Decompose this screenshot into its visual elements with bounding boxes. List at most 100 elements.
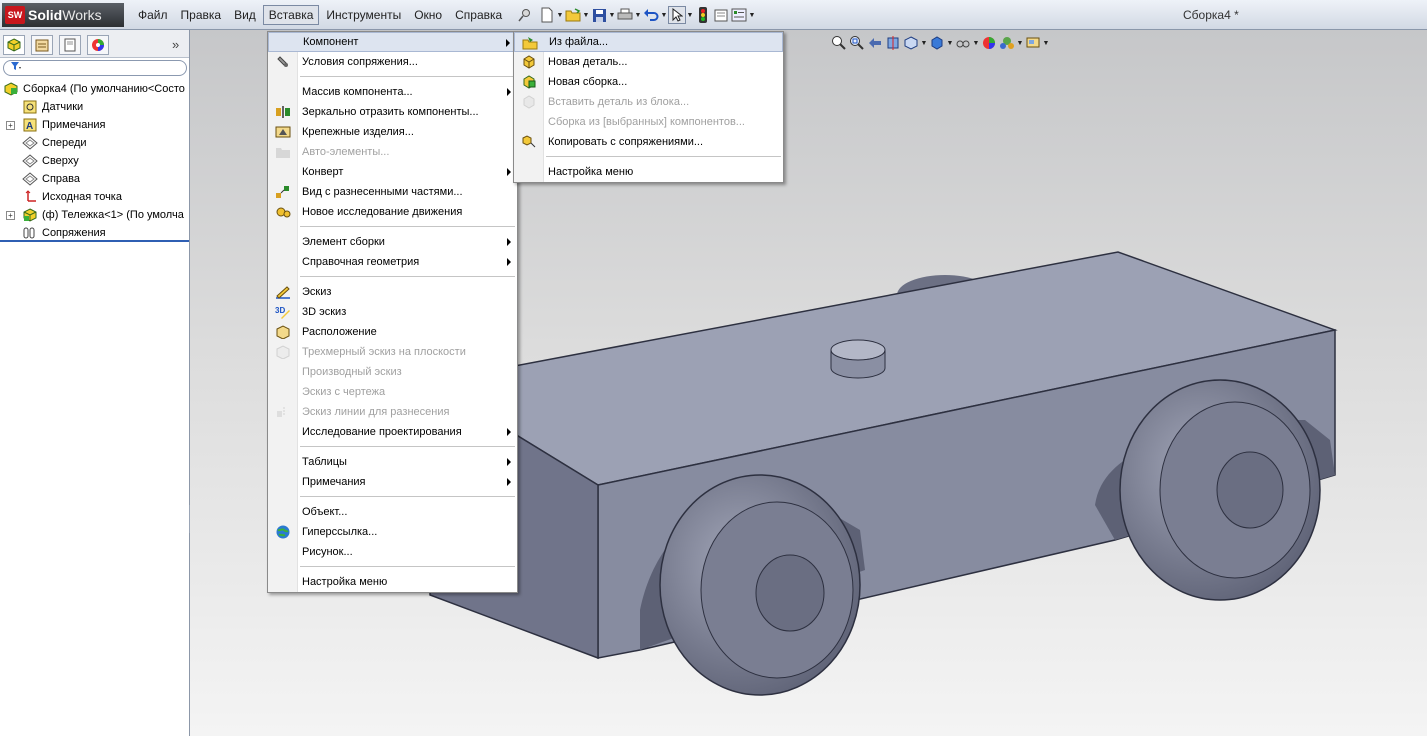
tree-node[interactable]: Сборка4 (По умолчанию<Состо bbox=[0, 80, 189, 98]
select-pointer-icon[interactable] bbox=[668, 6, 686, 24]
menu-item[interactable]: Рисунок... bbox=[268, 542, 517, 562]
menu-item[interactable]: Таблицы bbox=[268, 452, 517, 472]
select-dropdown-arrow[interactable]: ▼ bbox=[686, 12, 694, 19]
solidworks-logo[interactable]: SW SolidWorks bbox=[2, 3, 124, 27]
tree-node[interactable]: Датчики bbox=[0, 98, 189, 116]
featuremanager-tab-icon[interactable] bbox=[3, 35, 25, 55]
svg-text:3D: 3D bbox=[275, 306, 285, 315]
menu-item-label: Зеркально отразить компоненты... bbox=[302, 106, 479, 118]
save-icon[interactable] bbox=[590, 6, 608, 24]
menu-инструменты[interactable]: Инструменты bbox=[320, 5, 407, 25]
menu-item[interactable]: Гиперссылка... bbox=[268, 522, 517, 542]
menu-item[interactable]: Справочная геометрия bbox=[268, 252, 517, 272]
filter-icon bbox=[10, 62, 22, 74]
propertymanager-tab-icon[interactable] bbox=[31, 35, 53, 55]
new-assembly-icon bbox=[521, 75, 537, 89]
undo-dropdown-arrow[interactable]: ▼ bbox=[660, 12, 668, 19]
menu-item[interactable]: Зеркально отразить компоненты... bbox=[268, 102, 517, 122]
menu-item-label: Новое исследование движения bbox=[302, 206, 463, 218]
menu-item-label: Эскиз bbox=[302, 286, 332, 298]
tree-node[interactable]: + A Примечания bbox=[0, 116, 189, 134]
menu-item[interactable]: Эскиз bbox=[268, 282, 517, 302]
tree-node[interactable]: Справа bbox=[0, 170, 189, 188]
menu-item[interactable]: Новая деталь... bbox=[514, 52, 783, 72]
configurationmanager-tab-icon[interactable] bbox=[59, 35, 81, 55]
menu-item[interactable]: Настройка меню bbox=[268, 572, 517, 592]
menu-item-label: Вставить деталь из блока... bbox=[548, 96, 690, 108]
folder-icon bbox=[275, 145, 291, 159]
motion-icon bbox=[275, 205, 291, 219]
menu-item[interactable]: Новое исследование движения bbox=[268, 202, 517, 222]
menu-item[interactable]: Элемент сборки bbox=[268, 232, 517, 252]
menu-item-label: Трехмерный эскиз на плоскости bbox=[302, 346, 466, 358]
tree-node-label: Примечания bbox=[42, 119, 106, 131]
tree-node[interactable]: + (ф) Тележка<1> (По умолча bbox=[0, 206, 189, 224]
tree-node-label: Сверху bbox=[42, 155, 79, 167]
expand-plus-icon[interactable]: + bbox=[6, 120, 15, 130]
rebuild-icon[interactable] bbox=[694, 6, 712, 24]
menu-item[interactable]: Вид с разнесенными частями... bbox=[268, 182, 517, 202]
feature-manager-panel: » Сборка4 (По умолчанию<Состо Датчики + A Пр… bbox=[0, 30, 190, 736]
menu-item[interactable]: 3D 3D эскиз bbox=[268, 302, 517, 322]
menu-окно[interactable]: Окно bbox=[408, 5, 448, 25]
expand-plus-icon[interactable]: + bbox=[6, 210, 15, 220]
menu-справка[interactable]: Справка bbox=[449, 5, 508, 25]
menu-вид[interactable]: Вид bbox=[228, 5, 262, 25]
menu-item[interactable]: Крепежные изделия... bbox=[268, 122, 517, 142]
print-icon[interactable] bbox=[616, 6, 634, 24]
menu-правка[interactable]: Правка bbox=[175, 5, 228, 25]
new-dropdown-arrow[interactable]: ▼ bbox=[556, 12, 564, 19]
menu-item[interactable]: Конверт bbox=[268, 162, 517, 182]
svg-text:A: A bbox=[26, 121, 33, 132]
menu-вставка[interactable]: Вставка bbox=[262, 5, 320, 25]
tree-node[interactable]: Сверху bbox=[0, 152, 189, 170]
mates-icon bbox=[22, 226, 38, 240]
menu-item-label: Рисунок... bbox=[302, 546, 353, 558]
explode-line-icon bbox=[275, 405, 291, 419]
menu-item[interactable]: Расположение bbox=[268, 322, 517, 342]
print-dropdown-arrow[interactable]: ▼ bbox=[634, 12, 642, 19]
plane-icon bbox=[22, 154, 38, 168]
menu-item: Трехмерный эскиз на плоскости bbox=[268, 342, 517, 362]
menu-item[interactable]: Условия сопряжения... bbox=[268, 52, 517, 72]
menu-item-label: Эскиз линии для разнесения bbox=[302, 406, 450, 418]
filter-field[interactable] bbox=[3, 60, 187, 76]
menu-item[interactable]: Копировать с сопряжениями... bbox=[514, 132, 783, 152]
submenu-arrow-icon bbox=[507, 478, 511, 486]
submenu-arrow-icon bbox=[507, 168, 511, 176]
menu-item-label: Крепежные изделия... bbox=[302, 126, 414, 138]
file-properties-icon[interactable] bbox=[712, 6, 730, 24]
options-icon[interactable] bbox=[730, 6, 748, 24]
menu-item[interactable]: Примечания bbox=[268, 472, 517, 492]
options-dropdown-arrow[interactable]: ▼ bbox=[748, 12, 756, 19]
open-folder-icon[interactable] bbox=[564, 6, 582, 24]
assembly-icon bbox=[3, 82, 19, 96]
component-submenu: Из файла... Новая деталь... Новая сборка..… bbox=[513, 31, 784, 183]
standard-toolbar: ▼ ▼ ▼ ▼ ▼ ▼ ▼ bbox=[538, 5, 756, 25]
menu-файл[interactable]: Файл bbox=[132, 5, 174, 25]
menu-item[interactable]: Компонент bbox=[268, 32, 517, 52]
pushpin-icon[interactable] bbox=[516, 6, 534, 24]
open-dropdown-arrow[interactable]: ▼ bbox=[582, 12, 590, 19]
save-dropdown-arrow[interactable]: ▼ bbox=[608, 12, 616, 19]
menu-item-label: Авто-элементы... bbox=[302, 146, 390, 158]
appearance-tab-icon[interactable] bbox=[87, 35, 109, 55]
tree-node-label: Сборка4 (По умолчанию<Состо bbox=[23, 83, 185, 95]
insert-menu: Компонент Условия сопряжения... Массив ком… bbox=[267, 31, 518, 593]
menu-item[interactable]: Исследование проектирования bbox=[268, 422, 517, 442]
explode-icon bbox=[275, 185, 291, 199]
menu-item[interactable]: Объект... bbox=[268, 502, 517, 522]
submenu-arrow-icon bbox=[507, 88, 511, 96]
tree-node[interactable]: Спереди bbox=[0, 134, 189, 152]
menu-item[interactable]: Настройка меню bbox=[514, 162, 783, 182]
menu-item[interactable]: Из файла... bbox=[514, 32, 783, 52]
menu-item[interactable]: Новая сборка... bbox=[514, 72, 783, 92]
feature-tree: Сборка4 (По умолчанию<Состо Датчики + A Прим… bbox=[0, 80, 189, 242]
expand-panel-icon[interactable]: » bbox=[172, 37, 179, 52]
tree-rollback-bar[interactable] bbox=[0, 240, 189, 242]
menu-item-label: Производный эскиз bbox=[302, 366, 402, 378]
undo-icon[interactable] bbox=[642, 6, 660, 24]
menu-item[interactable]: Массив компонента... bbox=[268, 82, 517, 102]
tree-node[interactable]: Исходная точка bbox=[0, 188, 189, 206]
new-document-icon[interactable] bbox=[538, 6, 556, 24]
